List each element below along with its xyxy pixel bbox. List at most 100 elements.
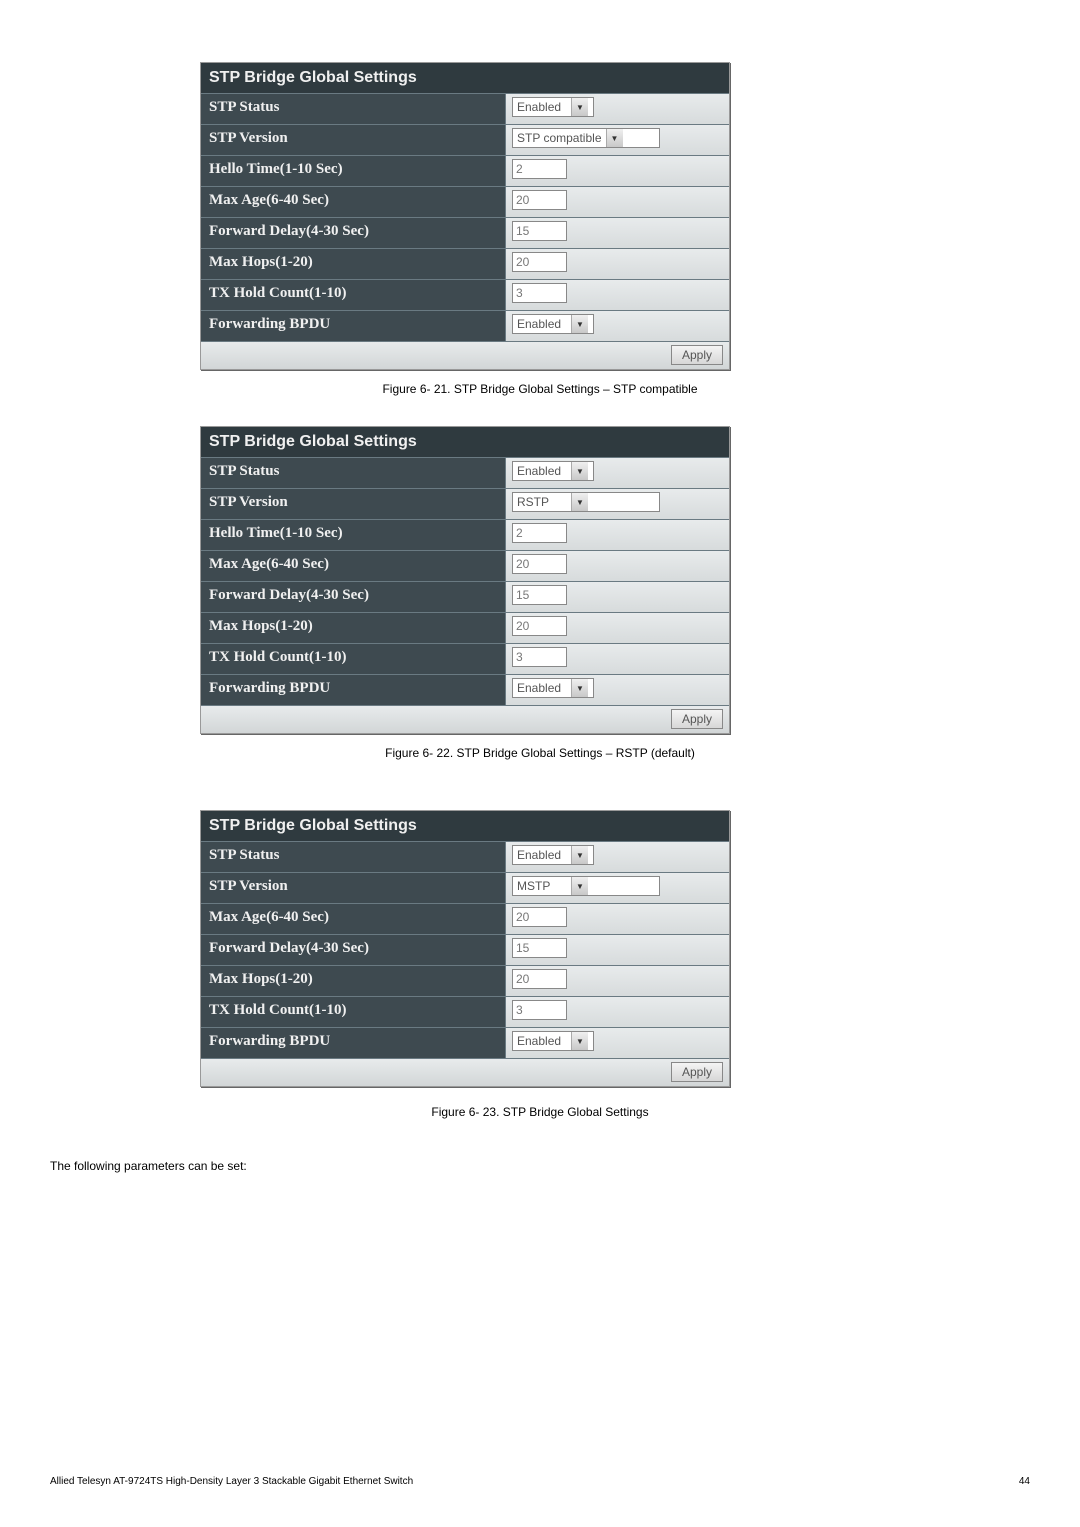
select-text: STP compatible	[513, 131, 606, 145]
panel-3-wrap: STP Bridge Global Settings STP Status En…	[200, 810, 730, 1087]
value-stp-version: RSTP ▼	[506, 489, 729, 519]
apply-button[interactable]: Apply	[671, 1062, 723, 1082]
forward-delay-input[interactable]: 15	[512, 585, 567, 605]
label-forwarding-bpdu: Forwarding BPDU	[201, 675, 506, 705]
row-max-age: Max Age(6-40 Sec) 20	[201, 903, 729, 934]
max-hops-input[interactable]: 20	[512, 969, 567, 989]
row-stp-status: STP Status Enabled ▼	[201, 93, 729, 124]
panel-title: STP Bridge Global Settings	[201, 811, 729, 841]
max-hops-input[interactable]: 20	[512, 616, 567, 636]
footer-row: Apply	[201, 341, 729, 369]
max-age-input[interactable]: 20	[512, 907, 567, 927]
value-hello-time: 2	[506, 520, 729, 550]
stp-version-select[interactable]: STP compatible ▼	[512, 128, 660, 148]
panel-1-wrap: STP Bridge Global Settings STP Status En…	[200, 62, 730, 370]
label-forward-delay: Forward Delay(4-30 Sec)	[201, 218, 506, 248]
select-text: RSTP	[513, 495, 571, 509]
tx-hold-input[interactable]: 3	[512, 1000, 567, 1020]
chevron-down-icon: ▼	[571, 98, 588, 116]
row-forwarding-bpdu: Forwarding BPDU Enabled ▼	[201, 1027, 729, 1058]
stp-status-select[interactable]: Enabled ▼	[512, 461, 594, 481]
value-max-hops: 20	[506, 613, 729, 643]
chevron-down-icon: ▼	[571, 877, 588, 895]
label-tx-hold: TX Hold Count(1-10)	[201, 997, 506, 1027]
stp-version-select[interactable]: MSTP ▼	[512, 876, 660, 896]
value-stp-version: STP compatible ▼	[506, 125, 729, 155]
select-text: Enabled	[513, 100, 571, 114]
hello-time-input[interactable]: 2	[512, 523, 567, 543]
label-max-age: Max Age(6-40 Sec)	[201, 904, 506, 934]
value-hello-time: 2	[506, 156, 729, 186]
value-forwarding-bpdu: Enabled ▼	[506, 311, 729, 341]
row-max-hops: Max Hops(1-20) 20	[201, 612, 729, 643]
select-text: Enabled	[513, 464, 571, 478]
max-hops-input[interactable]: 20	[512, 252, 567, 272]
panel-2-wrap: STP Bridge Global Settings STP Status En…	[200, 426, 730, 734]
chevron-down-icon: ▼	[571, 462, 588, 480]
figure-caption-1: Figure 6- 21. STP Bridge Global Settings…	[50, 382, 1030, 396]
forward-delay-input[interactable]: 15	[512, 221, 567, 241]
row-stp-version: STP Version RSTP ▼	[201, 488, 729, 519]
stp-status-select[interactable]: Enabled ▼	[512, 97, 594, 117]
select-text: Enabled	[513, 848, 571, 862]
page-number: 44	[1019, 1476, 1030, 1487]
apply-button[interactable]: Apply	[671, 709, 723, 729]
stp-panel-2: STP Bridge Global Settings STP Status En…	[200, 426, 730, 734]
hello-time-input[interactable]: 2	[512, 159, 567, 179]
value-forwarding-bpdu: Enabled ▼	[506, 675, 729, 705]
value-forwarding-bpdu: Enabled ▼	[506, 1028, 729, 1058]
stp-panel-1: STP Bridge Global Settings STP Status En…	[200, 62, 730, 370]
value-max-hops: 20	[506, 966, 729, 996]
stp-status-select[interactable]: Enabled ▼	[512, 845, 594, 865]
label-max-age: Max Age(6-40 Sec)	[201, 551, 506, 581]
row-forward-delay: Forward Delay(4-30 Sec) 15	[201, 581, 729, 612]
select-text: Enabled	[513, 681, 571, 695]
tx-hold-input[interactable]: 3	[512, 647, 567, 667]
max-age-input[interactable]: 20	[512, 190, 567, 210]
label-forward-delay: Forward Delay(4-30 Sec)	[201, 582, 506, 612]
panel-title: STP Bridge Global Settings	[201, 63, 729, 93]
tx-hold-input[interactable]: 3	[512, 283, 567, 303]
row-stp-version: STP Version MSTP ▼	[201, 872, 729, 903]
footer-row: Apply	[201, 705, 729, 733]
label-hello-time: Hello Time(1-10 Sec)	[201, 520, 506, 550]
row-stp-version: STP Version STP compatible ▼	[201, 124, 729, 155]
row-hello-time: Hello Time(1-10 Sec) 2	[201, 155, 729, 186]
value-stp-version: MSTP ▼	[506, 873, 729, 903]
label-forwarding-bpdu: Forwarding BPDU	[201, 1028, 506, 1058]
value-stp-status: Enabled ▼	[506, 94, 729, 124]
label-stp-version: STP Version	[201, 125, 506, 155]
select-text: MSTP	[513, 879, 571, 893]
value-forward-delay: 15	[506, 935, 729, 965]
forward-delay-input[interactable]: 15	[512, 938, 567, 958]
figure-caption-3: Figure 6- 23. STP Bridge Global Settings	[50, 1105, 1030, 1119]
row-stp-status: STP Status Enabled ▼	[201, 457, 729, 488]
value-max-age: 20	[506, 904, 729, 934]
forwarding-bpdu-select[interactable]: Enabled ▼	[512, 678, 594, 698]
value-tx-hold: 3	[506, 644, 729, 674]
stp-version-select[interactable]: RSTP ▼	[512, 492, 660, 512]
figure-caption-2: Figure 6- 22. STP Bridge Global Settings…	[50, 746, 1030, 760]
max-age-input[interactable]: 20	[512, 554, 567, 574]
row-tx-hold: TX Hold Count(1-10) 3	[201, 643, 729, 674]
label-max-hops: Max Hops(1-20)	[201, 966, 506, 996]
row-max-hops: Max Hops(1-20) 20	[201, 248, 729, 279]
value-forward-delay: 15	[506, 218, 729, 248]
label-tx-hold: TX Hold Count(1-10)	[201, 644, 506, 674]
label-stp-status: STP Status	[201, 94, 506, 124]
apply-button[interactable]: Apply	[671, 345, 723, 365]
value-max-hops: 20	[506, 249, 729, 279]
forwarding-bpdu-select[interactable]: Enabled ▼	[512, 1031, 594, 1051]
row-forwarding-bpdu: Forwarding BPDU Enabled ▼	[201, 674, 729, 705]
label-stp-version: STP Version	[201, 489, 506, 519]
chevron-down-icon: ▼	[571, 315, 588, 333]
label-forward-delay: Forward Delay(4-30 Sec)	[201, 935, 506, 965]
value-max-age: 20	[506, 187, 729, 217]
value-stp-status: Enabled ▼	[506, 842, 729, 872]
row-forward-delay: Forward Delay(4-30 Sec) 15	[201, 217, 729, 248]
label-max-hops: Max Hops(1-20)	[201, 249, 506, 279]
row-max-age: Max Age(6-40 Sec) 20	[201, 550, 729, 581]
value-tx-hold: 3	[506, 280, 729, 310]
forwarding-bpdu-select[interactable]: Enabled ▼	[512, 314, 594, 334]
page-footer: Allied Telesyn AT-9724TS High-Density La…	[50, 1476, 1030, 1487]
